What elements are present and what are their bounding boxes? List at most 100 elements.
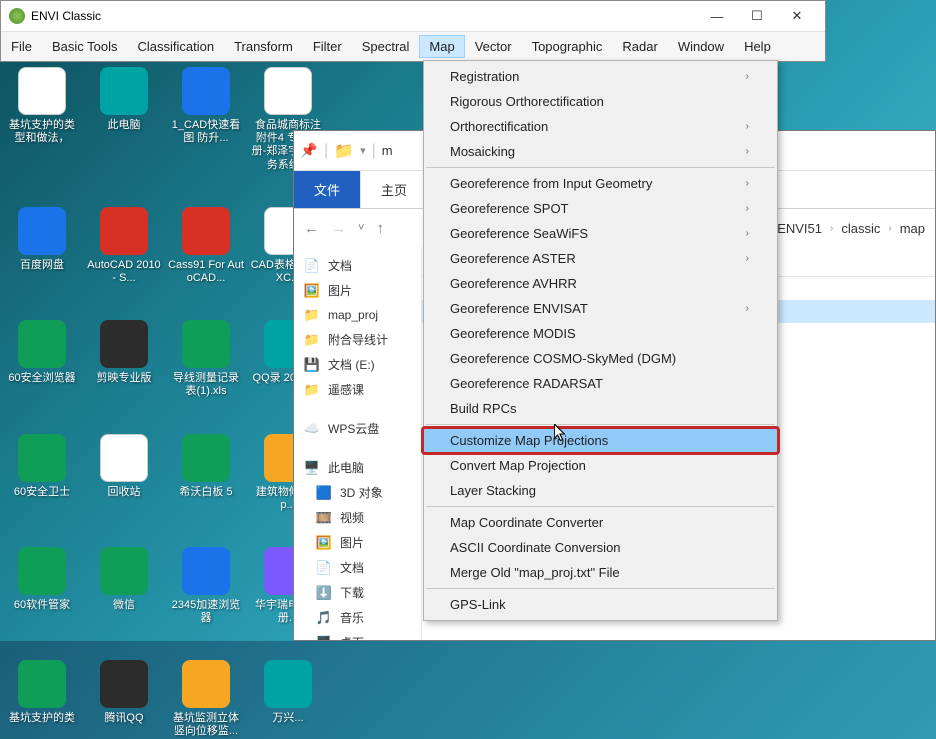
sidebar-item[interactable]: 🖼️图片 <box>298 530 417 555</box>
menu-item-georeference-from-input-geometry[interactable]: Georeference from Input Geometry› <box>424 171 777 196</box>
breadcrumb-seg[interactable]: ENVI51 <box>777 221 822 236</box>
app-icon <box>182 320 230 368</box>
desktop-icon[interactable]: 剪映专业版 <box>86 320 162 398</box>
menu-item-layer-stacking[interactable]: Layer Stacking <box>424 478 777 503</box>
envi-titlebar[interactable]: ENVI Classic — ☐ ✕ <box>1 1 825 31</box>
breadcrumb-seg[interactable]: map <box>900 221 925 236</box>
nav-back-button[interactable]: ← <box>304 220 319 237</box>
sidebar-item[interactable]: 🖼️图片 <box>298 278 417 303</box>
icon-label: 剪映专业版 <box>97 372 152 385</box>
menu-separator <box>426 506 775 507</box>
envi-menubar: FileBasic ToolsClassificationTransformFi… <box>1 31 825 61</box>
app-icon <box>18 547 66 595</box>
desktop-icon[interactable]: 腾讯QQ <box>86 660 162 738</box>
desktop-icon[interactable]: 此电脑 <box>86 67 162 172</box>
menu-item-orthorectification[interactable]: Orthorectification› <box>424 114 777 139</box>
desktop-icon[interactable]: 1_CAD快速看图 防升... <box>168 67 244 172</box>
menu-transform[interactable]: Transform <box>224 35 303 58</box>
desktop-icon[interactable]: 希沃白板 5 <box>168 434 244 512</box>
sidebar-item[interactable]: 🎞️视频 <box>298 505 417 530</box>
menu-file[interactable]: File <box>1 35 42 58</box>
desktop-icon[interactable]: AutoCAD 2010 - S... <box>86 207 162 285</box>
menu-item-label: Georeference SeaWiFS <box>450 226 588 241</box>
nav-dropdown-icon[interactable]: ˅ <box>358 222 364 234</box>
sidebar-item[interactable]: ⬇️下载 <box>298 580 417 605</box>
sidebar-item[interactable]: 📄文档 <box>298 555 417 580</box>
menu-item-merge-old-map-proj-txt-file[interactable]: Merge Old "map_proj.txt" File <box>424 560 777 585</box>
menu-item-rigorous-orthorectification[interactable]: Rigorous Orthorectification <box>424 89 777 114</box>
dropdown-icon[interactable]: ▾ <box>360 144 366 157</box>
menu-filter[interactable]: Filter <box>303 35 352 58</box>
nav-forward-button[interactable]: → <box>331 220 346 237</box>
sidebar-item[interactable]: 📄文档 <box>298 253 417 278</box>
pin-icon[interactable]: 📌 <box>300 142 318 159</box>
menu-item-georeference-radarsat[interactable]: Georeference RADARSAT <box>424 371 777 396</box>
menu-spectral[interactable]: Spectral <box>352 35 420 58</box>
icon-label: 60安全卫士 <box>14 486 70 499</box>
desktop-icon[interactable]: 导线测量记录表(1).xls <box>168 320 244 398</box>
menu-item-georeference-aster[interactable]: Georeference ASTER› <box>424 246 777 271</box>
menu-item-registration[interactable]: Registration› <box>424 64 777 89</box>
icon-label: AutoCAD 2010 - S... <box>86 259 162 285</box>
sidebar-item[interactable]: 🖥️桌面 <box>298 630 417 640</box>
nav-up-button[interactable]: ↑ <box>376 220 384 237</box>
menu-basic-tools[interactable]: Basic Tools <box>42 35 128 58</box>
menu-item-georeference-modis[interactable]: Georeference MODIS <box>424 321 777 346</box>
icon-label: 基坑监测立体竖向位移监... <box>168 712 244 738</box>
maximize-button[interactable]: ☐ <box>737 2 777 30</box>
sidebar-item[interactable]: 📁map_proj <box>298 303 417 327</box>
breadcrumb[interactable]: › ENVI51 › classic › map <box>766 221 925 236</box>
menu-vector[interactable]: Vector <box>465 35 522 58</box>
minimize-button[interactable]: — <box>697 2 737 30</box>
sidebar-wps[interactable]: ☁️WPS云盘 <box>298 416 417 441</box>
menu-item-gps-link[interactable]: GPS-Link <box>424 592 777 617</box>
app-icon <box>100 67 148 115</box>
menu-separator <box>426 588 775 589</box>
sidebar-item[interactable]: 📁附合导线计 <box>298 327 417 352</box>
breadcrumb-seg[interactable]: classic <box>841 221 880 236</box>
desktop-icon[interactable]: 微信 <box>86 547 162 625</box>
desktop-icon[interactable]: Cass91 For AutoCAD... <box>168 207 244 285</box>
menu-window[interactable]: Window <box>668 35 734 58</box>
menu-item-georeference-cosmo-skymed-dgm-[interactable]: Georeference COSMO-SkyMed (DGM) <box>424 346 777 371</box>
menu-item-label: Georeference AVHRR <box>450 276 577 291</box>
desktop-icon[interactable]: 基坑支护的类型和做法， <box>4 67 80 172</box>
menu-item-build-rpcs[interactable]: Build RPCs <box>424 396 777 421</box>
desktop-icon[interactable]: 百度网盘 <box>4 207 80 285</box>
menu-item-georeference-seawifs[interactable]: Georeference SeaWiFS› <box>424 221 777 246</box>
desktop-icon[interactable]: 2345加速浏览器 <box>168 547 244 625</box>
sidebar-item[interactable]: 🎵音乐 <box>298 605 417 630</box>
menu-item-convert-map-projection[interactable]: Convert Map Projection <box>424 453 777 478</box>
desktop-icon[interactable]: 基坑监测立体竖向位移监... <box>168 660 244 738</box>
menu-radar[interactable]: Radar <box>612 35 667 58</box>
sidebar-item[interactable]: 💾文档 (E:) <box>298 352 417 377</box>
sidebar-item[interactable]: 📁遥感课 <box>298 377 417 402</box>
tab-file[interactable]: 文件 <box>294 171 361 208</box>
desktop-icon[interactable]: 万兴... <box>250 660 326 738</box>
desktop-icon[interactable]: 60安全卫士 <box>4 434 80 512</box>
icon-label: 希沃白板 5 <box>179 486 232 499</box>
menu-item-label: Merge Old "map_proj.txt" File <box>450 565 620 580</box>
menu-item-customize-map-projections[interactable]: Customize Map Projections <box>424 428 777 453</box>
desktop-icon[interactable]: 回收站 <box>86 434 162 512</box>
menu-item-label: Layer Stacking <box>450 483 536 498</box>
map-dropdown-menu: Registration›Rigorous Orthorectification… <box>423 60 778 621</box>
menu-item-mosaicking[interactable]: Mosaicking› <box>424 139 777 164</box>
menu-item-georeference-avhrr[interactable]: Georeference AVHRR <box>424 271 777 296</box>
desktop-icon[interactable]: 60安全浏览器 <box>4 320 80 398</box>
menu-item-georeference-envisat[interactable]: Georeference ENVISAT› <box>424 296 777 321</box>
sidebar-item[interactable]: 🟦3D 对象 <box>298 480 417 505</box>
close-button[interactable]: ✕ <box>777 2 817 30</box>
menu-map[interactable]: Map <box>419 35 464 58</box>
menu-item-map-coordinate-converter[interactable]: Map Coordinate Converter <box>424 510 777 535</box>
sidebar-item-label: 下载 <box>340 584 364 601</box>
menu-classification[interactable]: Classification <box>127 35 224 58</box>
desktop-icon[interactable]: 60软件管家 <box>4 547 80 625</box>
menu-item-ascii-coordinate-conversion[interactable]: ASCII Coordinate Conversion <box>424 535 777 560</box>
menu-item-georeference-spot[interactable]: Georeference SPOT› <box>424 196 777 221</box>
sidebar-thispc[interactable]: 🖥️此电脑 <box>298 455 417 480</box>
desktop-icon[interactable]: 基坑支护的类 <box>4 660 80 738</box>
tab-home[interactable]: 主页 <box>361 171 428 208</box>
menu-help[interactable]: Help <box>734 35 781 58</box>
menu-topographic[interactable]: Topographic <box>522 35 613 58</box>
